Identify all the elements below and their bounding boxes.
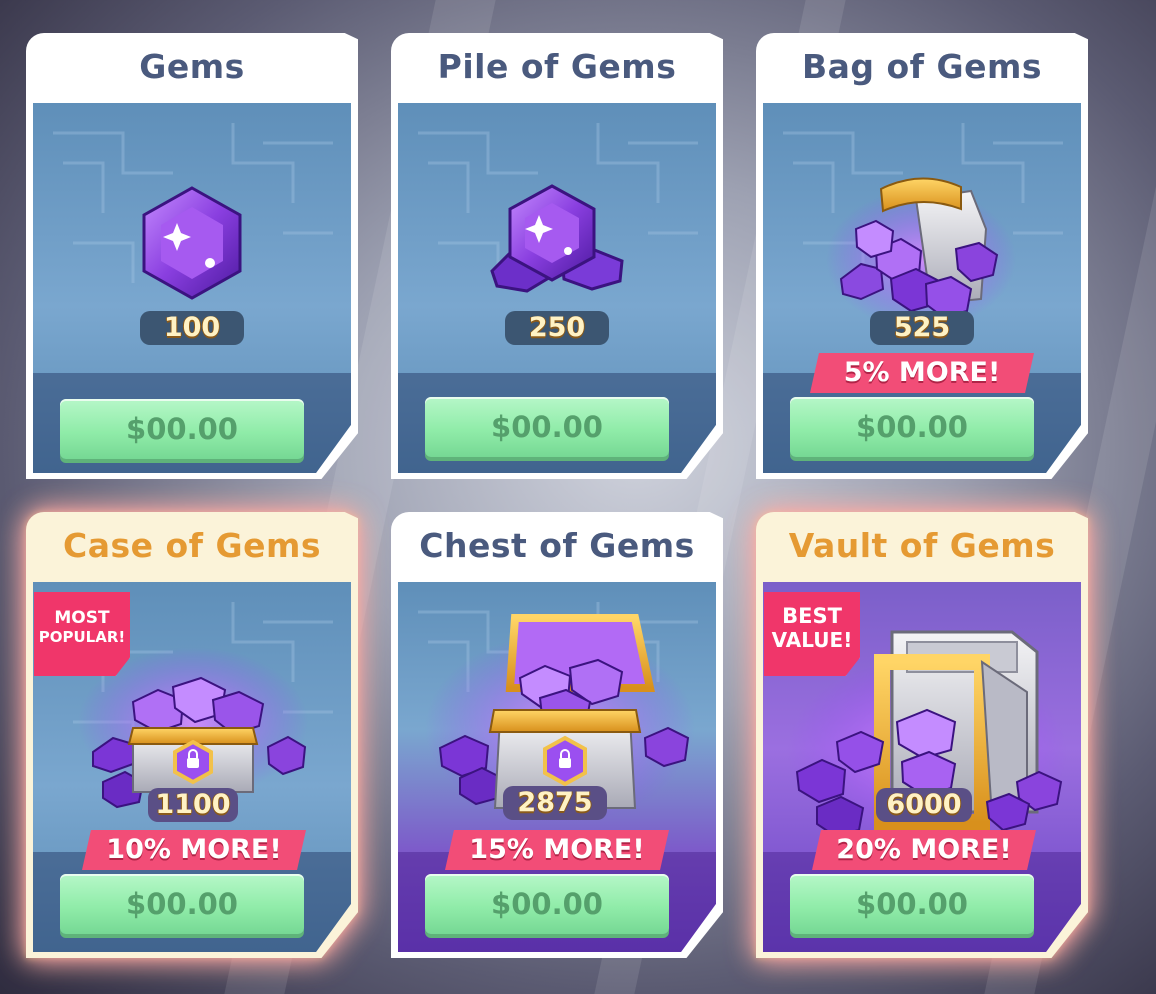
buy-button[interactable]: $00.00 xyxy=(60,399,304,459)
gem-count: 525 xyxy=(870,311,974,345)
buy-button[interactable]: $00.00 xyxy=(425,397,669,457)
pack-card-vault-of-gems[interactable]: Vault of Gems BEST VALUE! 6000 20% MORE!… xyxy=(756,512,1088,958)
buy-button[interactable]: $00.00 xyxy=(790,874,1034,934)
gem-count: 1100 xyxy=(148,788,238,822)
pack-title: Bag of Gems xyxy=(801,47,1043,86)
gem-count: 6000 xyxy=(876,788,972,822)
buy-button[interactable]: $00.00 xyxy=(425,874,669,934)
gem-count: 2875 xyxy=(503,786,607,820)
pack-card-case-of-gems[interactable]: Case of Gems MOST POPULAR! 1100 10% MORE… xyxy=(26,512,358,958)
pack-card-pile-of-gems[interactable]: Pile of Gems 250 $00.00 xyxy=(391,33,723,479)
buy-button[interactable]: $00.00 xyxy=(790,397,1034,457)
best-value-ribbon: BEST VALUE! xyxy=(764,592,860,676)
gem-pile-icon xyxy=(490,184,624,293)
gem-count: 100 xyxy=(140,311,244,345)
bonus-badge: 15% MORE! xyxy=(445,830,669,870)
bonus-badge: 5% MORE! xyxy=(810,353,1034,393)
pack-title: Pile of Gems xyxy=(437,47,677,86)
pack-title: Case of Gems xyxy=(62,526,321,565)
gem-bag-icon xyxy=(826,177,1016,329)
gem-count: 250 xyxy=(505,311,609,345)
ribbon-line: BEST xyxy=(782,604,842,628)
ribbon-line: MOST xyxy=(54,608,110,628)
pack-title: Vault of Gems xyxy=(788,526,1056,565)
ribbon-line: POPULAR! xyxy=(38,628,126,646)
buy-button[interactable]: $00.00 xyxy=(60,874,304,934)
pack-title: Chest of Gems xyxy=(419,526,695,565)
most-popular-ribbon: MOST POPULAR! xyxy=(34,592,130,676)
pack-card-gems[interactable]: Gems 100 $00.00 xyxy=(26,33,358,479)
gem-icon xyxy=(142,186,242,300)
pack-title: Gems xyxy=(139,47,245,86)
ribbon-line: VALUE! xyxy=(771,628,853,652)
pack-card-bag-of-gems[interactable]: Bag of Gems 525 5% MORE! $00.00 xyxy=(756,33,1088,479)
bonus-badge: 20% MORE! xyxy=(812,830,1036,870)
pack-card-chest-of-gems[interactable]: Chest of Gems 2875 15% MORE! $00.00 xyxy=(391,512,723,958)
bonus-badge: 10% MORE! xyxy=(82,830,306,870)
